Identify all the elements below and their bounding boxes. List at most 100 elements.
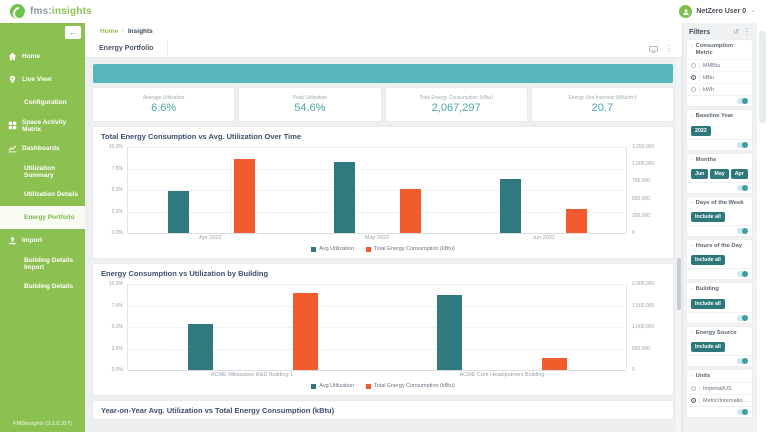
filter-toggle[interactable]	[737, 409, 748, 415]
legend-item[interactable]: Total Energy Consumption (kBtu)	[366, 246, 455, 252]
sidebar-item-import[interactable]: Import	[0, 229, 85, 252]
tab-energy-portfolio[interactable]: Energy Portfolio	[85, 40, 168, 57]
toggle-knob	[742, 185, 748, 191]
sidebar-item-live-view[interactable]: Live View	[0, 68, 85, 91]
filter-toggle[interactable]	[737, 185, 748, 191]
filter-chip[interactable]: Include all	[691, 299, 725, 309]
chevron-icon: ›	[691, 286, 693, 293]
filter-toggle[interactable]	[737, 98, 748, 104]
filters-kebab-menu-icon[interactable]: ⋮	[743, 28, 751, 36]
filter-chip[interactable]: Include all	[691, 342, 725, 352]
axis-tick: 1,500,000	[632, 303, 654, 309]
filter-section-header[interactable]: ›Hours of the Day	[687, 240, 752, 252]
sidebar-item-label: Home	[22, 53, 40, 60]
chart-title: Total Energy Consumption vs Avg. Utiliza…	[101, 132, 665, 141]
filter-section-footer	[687, 406, 752, 417]
axis-tick: 2,000,000	[632, 281, 654, 287]
filter-chip[interactable]: Include all	[691, 212, 725, 222]
axis-tick: 10.0%	[109, 144, 123, 150]
user-avatar-icon	[679, 5, 692, 18]
content-scrollbar-thumb[interactable]	[677, 258, 681, 310]
sidebar-item-utilization-details[interactable]: Utilization Details	[0, 183, 85, 206]
kpi-label: Peak Utilization	[293, 95, 327, 101]
presentation-view-icon[interactable]	[649, 40, 658, 58]
page-scrollbar-track[interactable]	[756, 23, 768, 432]
kebab-menu-icon[interactable]: ⋮	[665, 45, 673, 53]
filter-section-building: ›Building Include all	[687, 283, 752, 322]
filter-section-header[interactable]: ›Days of the Week	[687, 197, 752, 209]
legend-swatch	[366, 247, 371, 252]
legend-item[interactable]: Avg Utilization	[311, 383, 354, 389]
bar-utilization	[334, 162, 355, 233]
radio-label: Metric/Internation...	[703, 398, 748, 404]
filter-section-units: ›UnitsImperial/US Metric/Internation...	[687, 370, 752, 417]
sidebar-item-dashboards[interactable]: Dashboards	[0, 137, 85, 160]
sidebar-item-label: Utilization Summary	[24, 165, 85, 179]
kpi-label: Average Utilization	[143, 95, 185, 101]
sidebar-item-configuration[interactable]: Configuration	[0, 91, 85, 114]
filter-section-header[interactable]: ›Months	[687, 154, 752, 166]
radio-option-kbtu[interactable]: kBtu	[687, 71, 752, 83]
filter-chip[interactable]: Jun	[691, 169, 708, 179]
filter-chip[interactable]: 2022	[691, 126, 711, 136]
x-axis-label: Apr 2022	[127, 235, 294, 241]
chart-legend: Avg Utilization Total Energy Consumption …	[101, 246, 665, 252]
user-menu[interactable]: NetZero User 0 ⌄	[679, 5, 756, 18]
radio-option-metric-internation-[interactable]: Metric/Internation...	[687, 394, 752, 406]
legend-swatch	[366, 384, 371, 389]
sidebar-item-label: Utilization Details	[24, 191, 78, 198]
kpi-card: Average Utilization6.6%	[93, 88, 234, 121]
reset-filters-icon[interactable]: ↺	[733, 28, 739, 36]
radio-label: kBtu	[703, 75, 714, 81]
filter-toggle[interactable]	[737, 228, 748, 234]
filter-section-footer	[687, 139, 752, 150]
axis-tick: 5.0%	[112, 324, 123, 330]
chevron-icon: ›	[691, 243, 693, 250]
axis-tick: 1,250,000	[632, 144, 654, 150]
sidebar-collapse-button[interactable]: ←	[65, 26, 81, 39]
kpi-value: 2,067,297	[432, 102, 481, 114]
filter-toggle[interactable]	[737, 271, 748, 277]
filter-chip[interactable]: Include all	[691, 255, 725, 265]
breadcrumb-home-link[interactable]: Home	[100, 28, 118, 35]
filter-section-label: Baseline Year	[696, 113, 734, 120]
right-axis: 1,250,0001,000,000750,000500,000250,0000	[627, 147, 665, 233]
radio-option-mmbtu[interactable]: MMBtu	[687, 59, 752, 71]
filter-section-header[interactable]: ›Energy Source	[687, 327, 752, 339]
filter-section-header[interactable]: ›Building	[687, 283, 752, 295]
filters-header: Filters ↺ ⋮	[683, 23, 756, 39]
sidebar-item-building-details-import[interactable]: Building Details Import	[0, 252, 85, 275]
filter-toggle[interactable]	[737, 142, 748, 148]
sidebar-item-label: Building Details Import	[24, 257, 85, 271]
content-scrollbar-track[interactable]	[676, 58, 681, 432]
bar-energy	[234, 159, 255, 233]
toggle-knob	[742, 409, 748, 415]
axis-tick: 1,000,000	[632, 161, 654, 167]
page-scrollbar-thumb[interactable]	[759, 31, 766, 123]
sidebar-item-energy-portfolio[interactable]: Energy Portfolio	[0, 206, 85, 229]
radio-option-imperial-us[interactable]: Imperial/US	[687, 382, 752, 394]
bar-group	[377, 284, 626, 370]
sidebar-item-space-activity-matrix[interactable]: Space Activity Matrix	[0, 114, 85, 137]
legend-item[interactable]: Total Energy Consumption (kBtu)	[366, 383, 455, 389]
filter-section-header[interactable]: ›Consumption Metric	[687, 40, 752, 59]
filter-toggle[interactable]	[737, 315, 748, 321]
sidebar-item-home[interactable]: Home	[0, 45, 85, 68]
app-logo-icon	[10, 4, 25, 19]
filter-chip[interactable]: May	[710, 169, 728, 179]
legend-swatch	[311, 384, 316, 389]
axis-tick: 750,000	[632, 178, 650, 184]
filter-section-header[interactable]: ›Baseline Year	[687, 110, 752, 122]
filter-toggle[interactable]	[737, 358, 748, 364]
sidebar-item-label: Dashboards	[22, 145, 60, 152]
filter-section-footer	[687, 225, 752, 236]
radio-option-kwh[interactable]: kWh	[687, 83, 752, 95]
sidebar-item-utilization-summary[interactable]: Utilization Summary	[0, 160, 85, 183]
bar-group	[128, 147, 294, 233]
filter-section-header[interactable]: ›Units	[687, 370, 752, 382]
legend-item[interactable]: Avg Utilization	[311, 246, 354, 252]
legend-label: Avg Utilization	[319, 383, 354, 389]
sidebar-item-building-details[interactable]: Building Details	[0, 275, 85, 298]
app-version: FMSInsights (3.1.0.317)	[0, 421, 85, 427]
filter-chip[interactable]: Apr	[731, 169, 748, 179]
